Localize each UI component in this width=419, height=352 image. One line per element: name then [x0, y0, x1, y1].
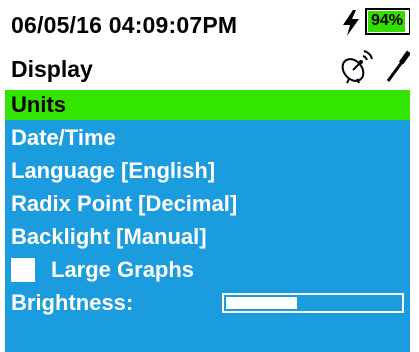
menu-item-label: Large Graphs — [51, 257, 195, 282]
menu-item-label: Language [English] — [11, 158, 216, 183]
menu-item-large-graphs[interactable]: Large Graphs — [5, 255, 410, 285]
menu-item-label: Brightness: — [11, 290, 134, 315]
page-title: Display — [11, 56, 93, 82]
menu-item-brightness[interactable]: Brightness: — [5, 288, 410, 318]
menu-item-label: Radix Point [Decimal] — [11, 191, 238, 216]
menu-item-label: Date/Time — [11, 125, 116, 150]
battery-icon: 94% — [365, 8, 410, 35]
device-screen: 06/05/16 04:09:07PM 94% Display Units Da… — [5, 0, 410, 352]
title-bar: Display — [5, 44, 410, 90]
probe-icon[interactable] — [385, 50, 410, 84]
menu-item-date-time[interactable]: Date/Time — [5, 123, 410, 153]
menu-item-units[interactable]: Units — [5, 90, 410, 120]
menu-item-radix-point[interactable]: Radix Point [Decimal] — [5, 189, 410, 219]
menu-item-language[interactable]: Language [English] — [5, 156, 410, 186]
bolt-icon — [343, 10, 359, 36]
menu-item-backlight[interactable]: Backlight [Manual] — [5, 222, 410, 252]
brightness-slider-fill — [226, 297, 297, 309]
status-bar: 06/05/16 04:09:07PM 94% — [5, 0, 410, 44]
settings-menu: Units Date/Time Language [English] Radix… — [5, 90, 410, 352]
large-graphs-checkbox[interactable] — [11, 258, 35, 282]
battery-percent: 94% — [371, 12, 404, 29]
datetime-readout: 06/05/16 04:09:07PM — [11, 12, 238, 38]
menu-item-label: Units — [11, 92, 66, 117]
brightness-slider[interactable] — [222, 293, 404, 313]
satellite-dish-icon[interactable] — [339, 50, 373, 84]
menu-item-label: Backlight [Manual] — [11, 224, 207, 249]
